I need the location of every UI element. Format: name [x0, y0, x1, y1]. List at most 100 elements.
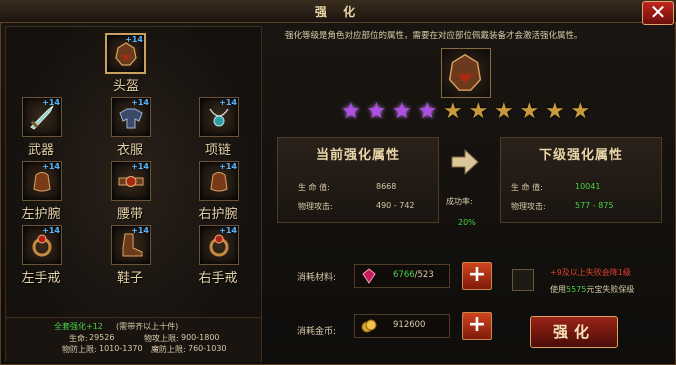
gold-coin-icon — [361, 319, 377, 333]
slot-armor[interactable]: +14 — [111, 97, 151, 137]
slot-belt-level: +14 — [131, 162, 149, 171]
belt-icon — [118, 176, 144, 187]
protect-note-num: 5575 — [566, 285, 587, 294]
gold-cost-value: 912600 — [393, 320, 426, 330]
slot-necklace-level: +14 — [219, 98, 237, 107]
enhance-panel: 强化等级是角色对应部位的属性，需要在对应部位佩戴装备才会激活强化属性。 ★ ★ ★ ★… — [268, 26, 668, 360]
star-filled-icon: ★ — [392, 99, 412, 124]
title-bar: 强 化 ✕ — [0, 0, 676, 25]
next-hp-label: 生 命 值: — [511, 183, 543, 192]
slot-left-ring-label: 左手戒 — [21, 271, 61, 286]
next-atk-value: 577 - 875 — [575, 201, 614, 210]
sword-icon — [30, 105, 54, 130]
next-attributes-panel: 下级强化属性 生 命 值: 10041 物理攻击: 577 - 875 — [500, 137, 662, 223]
necklace-icon — [209, 108, 229, 127]
slot-armor-label: 衣服 — [116, 143, 143, 158]
star-filled-icon: ★ — [417, 99, 438, 124]
slot-right-ring-label: 右手戒 — [198, 271, 238, 286]
slot-right-ring[interactable]: +14 — [199, 225, 239, 265]
slot-boots-label: 鞋子 — [116, 271, 143, 286]
slot-weapon[interactable]: +14 — [22, 97, 62, 137]
set-bonus-title: 全套强化+12 — [54, 322, 103, 331]
slot-weapon-level: +14 — [42, 98, 60, 107]
current-attributes-panel: 当前强化属性 生 命 值: 8668 物理攻击: 490 - 742 — [277, 137, 439, 223]
add-material-button[interactable]: + — [462, 262, 492, 290]
current-atk-value: 490 - 742 — [376, 201, 415, 210]
slot-left-bracer[interactable]: +14 — [22, 161, 62, 201]
window-title: 强 化 — [314, 5, 362, 19]
bonus-mdef-label: 魔防上限: — [151, 345, 186, 354]
slot-left-bracer-label: 左护腕 — [21, 207, 61, 222]
selected-item-view — [441, 48, 491, 98]
bonus-patk-label: 物攻上限: — [144, 334, 179, 343]
protect-level-checkbox[interactable] — [512, 269, 534, 291]
slot-necklace[interactable]: +14 — [199, 97, 239, 137]
bonus-hp-label: 生命: — [69, 334, 88, 343]
set-bonus-requirement: (需带齐以上十件) — [116, 322, 179, 331]
material-cost-value: 6766/523 — [393, 270, 434, 280]
gold-cost-label: 消耗金币: — [297, 327, 337, 337]
star-empty-icon: ★ — [519, 99, 540, 124]
helmet-icon — [115, 42, 137, 66]
bracer-icon — [210, 172, 228, 192]
enhance-description: 强化等级是角色对应部位的属性，需要在对应部位佩戴装备才会激活强化属性。 — [285, 31, 583, 41]
slot-left-ring[interactable]: +14 — [22, 225, 62, 265]
star-empty-icon: ★ — [545, 99, 565, 124]
helmet-icon — [448, 53, 482, 91]
current-attributes-title: 当前强化属性 — [315, 148, 400, 163]
slot-boots[interactable]: +14 — [111, 225, 151, 265]
enhance-button[interactable]: 强化 — [530, 316, 618, 348]
current-hp-label: 生 命 值: — [298, 183, 330, 192]
bonus-hp-value: 29526 — [89, 333, 115, 342]
star-filled-icon: ★ — [366, 99, 387, 124]
crystal-icon — [362, 268, 376, 284]
star-empty-icon: ★ — [468, 99, 489, 124]
close-icon[interactable]: ✕ — [642, 1, 674, 25]
slot-weapon-label: 武器 — [27, 143, 54, 158]
set-bonus-box: 全套强化+12 (需带齐以上十件) 生命: 29526 物攻上限: 900-18… — [6, 317, 261, 362]
slot-right-bracer-label: 右护腕 — [198, 207, 238, 222]
slot-helmet[interactable]: +14 — [105, 33, 146, 74]
bracer-icon — [33, 172, 51, 192]
add-gold-button[interactable]: + — [462, 312, 492, 340]
slot-boots-level: +14 — [131, 226, 149, 235]
bonus-mdef-value: 760-1030 — [188, 344, 227, 353]
star-empty-icon: ★ — [570, 99, 591, 124]
next-attributes-title: 下级强化属性 — [538, 148, 623, 163]
current-atk-label: 物理攻击: — [298, 202, 333, 211]
bonus-patk-value: 900-1800 — [181, 333, 220, 342]
slot-belt[interactable]: +14 — [111, 161, 151, 201]
material-have: 6766 — [393, 270, 415, 280]
material-cost-label: 消耗材料: — [297, 273, 337, 283]
protect-note-cost: 使用5575元宝失败保级 — [550, 284, 634, 295]
bonus-pdef-value: 1010-1370 — [99, 344, 143, 353]
slot-armor-level: +14 — [131, 98, 149, 107]
material-cost-box: 6766/523 — [354, 264, 450, 288]
protect-note-fail: +9及以上失败会降1级 — [550, 268, 631, 277]
arrow-right-icon — [451, 148, 479, 176]
protect-note-pre: 使用 — [550, 285, 566, 294]
slot-necklace-label: 项链 — [204, 143, 231, 158]
bonus-pdef-label: 物防上限: — [62, 345, 97, 354]
ring-icon — [32, 234, 52, 257]
success-rate-label: 成功率: — [446, 197, 473, 206]
star-empty-icon: ★ — [494, 99, 514, 124]
slot-belt-label: 腰带 — [116, 207, 143, 222]
slot-right-bracer[interactable]: +14 — [199, 161, 239, 201]
slot-helmet-level: +14 — [125, 35, 143, 44]
star-filled-icon: ★ — [341, 99, 361, 124]
next-atk-label: 物理攻击: — [511, 202, 546, 211]
slot-right-ring-level: +14 — [219, 226, 237, 235]
slot-right-bracer-level: +14 — [219, 162, 237, 171]
protect-note-post: 元宝失败保级 — [586, 285, 635, 294]
next-hp-value: 10041 — [575, 182, 601, 191]
gold-cost-box: 912600 — [354, 314, 450, 338]
current-hp-value: 8668 — [376, 182, 397, 191]
ring-icon — [209, 234, 229, 257]
equipment-panel: +14 头盔 +14 武器 +14 衣服 +14 项链 +14 左护腕 +14 … — [5, 26, 262, 362]
boots-icon — [122, 233, 143, 257]
star-empty-icon: ★ — [443, 99, 463, 124]
material-need: /523 — [414, 270, 434, 280]
slot-left-bracer-level: +14 — [42, 162, 60, 171]
success-rate-value: 20% — [458, 218, 476, 227]
